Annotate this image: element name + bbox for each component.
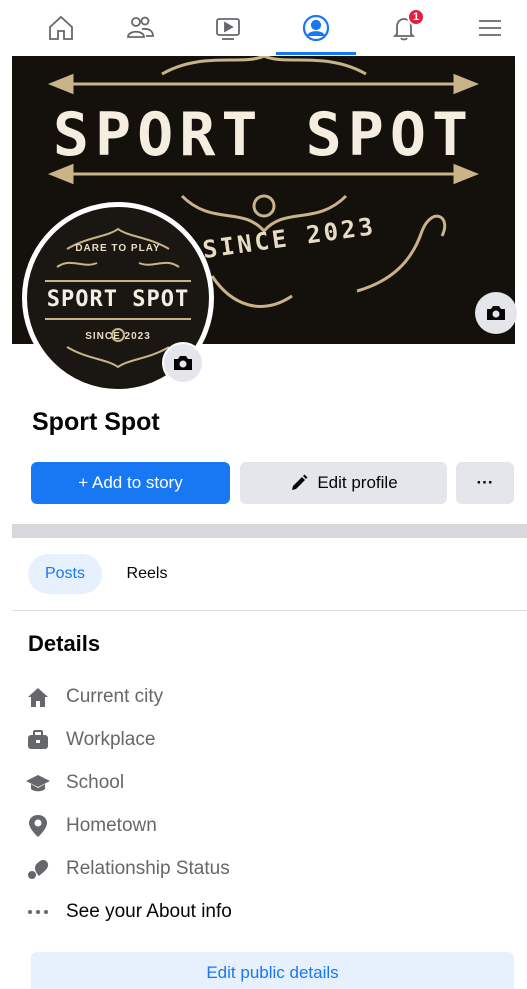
heart-icon: [24, 857, 52, 881]
briefcase-icon: [24, 728, 52, 752]
detail-relationship[interactable]: Relationship Status: [24, 854, 230, 884]
add-to-story-button[interactable]: + Add to story: [31, 462, 230, 504]
edit-public-details-button[interactable]: Edit public details: [31, 952, 514, 989]
camera-icon: [174, 356, 192, 370]
tab-reels[interactable]: Reels: [112, 554, 182, 594]
nav-menu[interactable]: [460, 0, 520, 56]
more-options-button[interactable]: ···: [456, 462, 514, 504]
detail-see-about[interactable]: See your About info: [24, 897, 232, 927]
pencil-icon: [292, 474, 308, 490]
add-to-story-label: + Add to story: [78, 473, 183, 492]
nav-notifications[interactable]: 1: [374, 0, 434, 56]
tab-posts[interactable]: Posts: [28, 554, 102, 594]
detail-hometown[interactable]: Hometown: [24, 811, 157, 841]
detail-label: See your About info: [66, 901, 232, 922]
edit-profile-button[interactable]: Edit profile: [240, 462, 447, 504]
detail-current-city[interactable]: Current city: [24, 682, 163, 712]
top-navigation: 1: [0, 0, 527, 56]
detail-label: Relationship Status: [66, 858, 230, 879]
profile-icon: [302, 14, 330, 42]
section-divider: [12, 524, 527, 538]
more-dots-icon: [24, 900, 52, 924]
nav-friends[interactable]: [110, 0, 170, 56]
detail-school[interactable]: School: [24, 768, 124, 798]
detail-label: Hometown: [66, 815, 157, 836]
nav-active-indicator: [276, 52, 356, 55]
avatar-since-text: SINCE 2023: [85, 331, 151, 342]
avatar-title-text: SPORT SPOT: [46, 287, 190, 312]
detail-workplace[interactable]: Workplace: [24, 725, 155, 755]
friends-icon: [127, 16, 154, 38]
camera-icon: [487, 306, 505, 320]
menu-icon: [479, 20, 501, 36]
avatar-tagline: DARE TO PLAY: [75, 243, 161, 254]
location-pin-icon: [24, 814, 52, 838]
detail-label: Current city: [66, 686, 164, 707]
more-dots-icon: ···: [476, 473, 494, 492]
cover-camera-button[interactable]: [475, 292, 517, 334]
home-icon: [24, 685, 52, 709]
tabs-divider: [12, 610, 527, 611]
nav-home[interactable]: [31, 0, 91, 56]
detail-label: Workplace: [66, 729, 156, 750]
detail-label: School: [66, 772, 125, 793]
edit-profile-label: Edit profile: [317, 473, 398, 492]
graduation-cap-icon: [24, 771, 52, 795]
cover-title-text: SPORT SPOT: [52, 100, 475, 170]
details-heading: Details: [28, 631, 101, 656]
nav-profile[interactable]: [286, 0, 346, 56]
nav-video[interactable]: [198, 0, 258, 56]
avatar-camera-button[interactable]: [162, 342, 204, 384]
profile-name: Sport Spot: [32, 408, 160, 436]
video-icon: [216, 18, 240, 40]
notification-badge: 1: [407, 8, 425, 26]
home-icon: [49, 15, 73, 40]
